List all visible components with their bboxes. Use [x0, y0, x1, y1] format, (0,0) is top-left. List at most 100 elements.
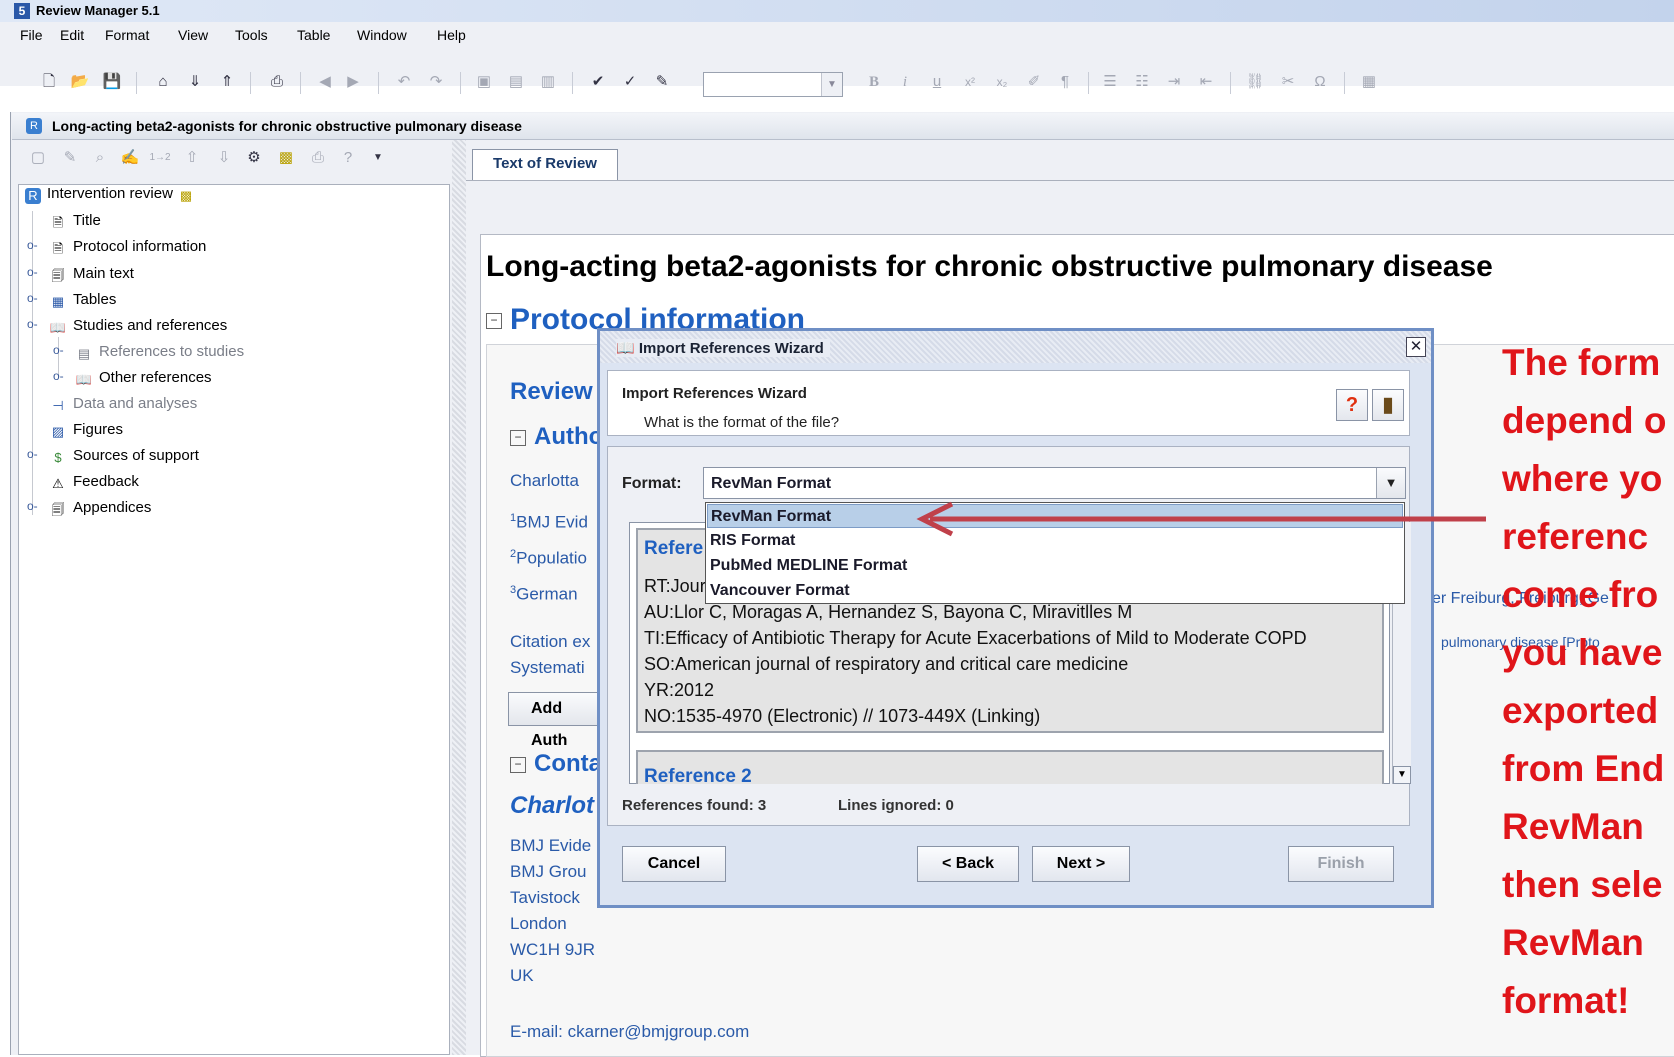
tree-item-main-text[interactable]: 🗐 Main text — [49, 265, 134, 284]
format-option-vancouver[interactable]: Vancouver Format — [707, 579, 1403, 603]
collapse-icon[interactable]: − — [510, 756, 526, 773]
format-select[interactable]: RevMan Format ▼ — [703, 467, 1406, 499]
indent-icon[interactable]: ⇥ — [1162, 70, 1186, 94]
unlink-icon[interactable]: ✂ — [1276, 70, 1300, 94]
tree-item-appendices[interactable]: 🗐 Appendices — [49, 499, 152, 518]
menu-tools[interactable]: Tools — [235, 27, 268, 43]
menu-format[interactable]: Format — [105, 27, 149, 43]
tab-text-of-review[interactable]: Text of Review — [472, 149, 618, 180]
tree-item-title[interactable]: 🗎 Title — [49, 212, 101, 231]
underline-icon[interactable]: u — [925, 70, 949, 94]
tree-item-tables[interactable]: ▦ Tables — [49, 291, 117, 310]
import-icon[interactable]: ⇓ — [183, 70, 207, 94]
address-line: WC1H 9JR — [510, 940, 596, 959]
contact-heading[interactable]: − Conta — [510, 750, 602, 778]
close-icon[interactable]: ✕ — [1406, 337, 1426, 357]
authors-heading[interactable]: − Autho — [510, 423, 603, 451]
help-icon[interactable]: ? — [1336, 389, 1368, 421]
menu-file[interactable]: File — [20, 27, 43, 43]
collapse-icon[interactable]: − — [510, 429, 526, 446]
tree-item-data-and-analyses[interactable]: ⊣ Data and analyses — [49, 395, 197, 414]
pane-splitter[interactable] — [452, 140, 466, 1055]
bullet-list-icon[interactable]: ☰ — [1098, 70, 1122, 94]
tree-item-feedback[interactable]: ⚠ Feedback — [49, 473, 139, 492]
superscript-icon[interactable]: x² — [958, 70, 982, 94]
tree-item-sources-of-support[interactable]: $ Sources of support — [49, 447, 199, 466]
menu-table[interactable]: Table — [297, 27, 330, 43]
outdent-icon[interactable]: ⇤ — [1194, 70, 1218, 94]
tree-item-figures[interactable]: ▨ Figures — [49, 421, 123, 440]
paste-icon[interactable]: ▥ — [536, 70, 560, 94]
menu-help[interactable]: Help — [437, 27, 466, 43]
forward-arrow-icon[interactable]: ▶ — [341, 70, 365, 94]
new-icon[interactable]: 🗋 — [37, 70, 61, 94]
undo-icon[interactable]: ↶ — [392, 70, 416, 94]
renumber-icon[interactable]: 1→2 — [148, 146, 172, 170]
tree-item-protocol-information[interactable]: 🗎 Protocol information — [49, 238, 207, 257]
edit-item-icon[interactable]: ✎ — [58, 146, 82, 170]
back-arrow-icon[interactable]: ◀ — [313, 70, 337, 94]
spellcheck-abc-icon[interactable]: ✓ — [618, 70, 642, 94]
bold-icon[interactable]: B — [862, 70, 886, 94]
cancel-button[interactable]: Cancel — [622, 846, 726, 882]
annotation-line: where yo — [1502, 458, 1663, 499]
highlight-icon[interactable]: ✐ — [1022, 70, 1046, 94]
annotation-line: exported — [1502, 690, 1659, 731]
italic-icon[interactable]: i — [893, 70, 917, 94]
format-label: Format: — [622, 475, 682, 492]
table-insert-icon[interactable]: ▦ — [1357, 70, 1381, 94]
format-option-pubmed-medline[interactable]: PubMed MEDLINE Format — [707, 554, 1403, 578]
book-icon: 📖 — [49, 320, 67, 335]
note-icon[interactable]: ▩ — [274, 146, 298, 170]
back-button[interactable]: < Back — [917, 846, 1019, 882]
spellcheck-icon[interactable]: ✔ — [586, 70, 610, 94]
validate-icon[interactable]: ✎ — [650, 70, 674, 94]
rename-icon[interactable]: ✍ — [118, 146, 142, 170]
collapse-icon[interactable]: − — [486, 313, 502, 330]
tree-root[interactable]: R Intervention review ▩ — [25, 185, 201, 204]
tree-item-other-references[interactable]: 📖 Other references — [75, 369, 212, 388]
more-dropdown-icon[interactable]: ▼ — [366, 146, 390, 170]
scroll-down-icon[interactable]: ▼ — [1393, 766, 1411, 784]
contact-name[interactable]: Charlot — [510, 792, 594, 820]
link-icon[interactable]: ⛓ — [1243, 70, 1267, 94]
settings-icon[interactable]: ⚙ — [242, 146, 266, 170]
export-icon[interactable]: ⇑ — [215, 70, 239, 94]
symbol-cursor-icon[interactable]: ¶ — [1053, 70, 1077, 94]
save-icon[interactable]: 💾 — [100, 70, 124, 94]
reference-line: RT:Jour — [644, 576, 706, 596]
chevron-down-icon[interactable]: ▼ — [821, 73, 842, 96]
menu-view[interactable]: View — [178, 27, 208, 43]
format-option-ris[interactable]: RIS Format — [707, 529, 1403, 553]
add-item-icon[interactable]: ▢ — [26, 146, 50, 170]
cut-icon[interactable]: ▣ — [472, 70, 496, 94]
tree-item-references-to-studies[interactable]: ▤ References to studies — [75, 343, 244, 362]
tree-item-studies-and-references[interactable]: 📖 Studies and references — [49, 317, 227, 336]
format-option-revman[interactable]: RevMan Format — [707, 504, 1403, 528]
next-button[interactable]: Next > — [1032, 846, 1130, 882]
reference-1-title: Refere — [644, 538, 704, 559]
move-up-icon[interactable]: ⇧ — [180, 146, 204, 170]
add-author-button[interactable]: Add Auth — [508, 692, 600, 749]
help-icon[interactable]: ? — [336, 146, 360, 170]
chevron-down-icon[interactable]: ▼ — [1376, 468, 1405, 498]
note-icon: ▩ — [179, 188, 193, 203]
subscript-icon[interactable]: x₂ — [990, 70, 1014, 94]
print-icon[interactable]: ⎙ — [265, 70, 289, 94]
home-icon[interactable]: ⌂ — [151, 70, 175, 94]
copy-icon[interactable]: ▤ — [504, 70, 528, 94]
author-name-link[interactable]: Charlotta — [510, 471, 579, 491]
contact-email[interactable]: E-mail: ckarner@bmjgroup.com — [510, 1022, 749, 1042]
numbered-list-icon[interactable]: ☷ — [1130, 70, 1154, 94]
omega-symbol-icon[interactable]: Ω — [1308, 70, 1332, 94]
redo-icon[interactable]: ↷ — [424, 70, 448, 94]
manual-book-icon[interactable]: ▮ — [1372, 389, 1404, 421]
print-section-icon[interactable]: ⎙ — [306, 146, 330, 170]
style-combo[interactable]: ▼ — [703, 72, 843, 97]
open-icon[interactable]: 📂 — [68, 70, 92, 94]
finish-button[interactable]: Finish — [1288, 846, 1394, 882]
menu-window[interactable]: Window — [357, 27, 407, 43]
properties-icon[interactable]: ⌕ — [88, 146, 112, 170]
move-down-icon[interactable]: ⇩ — [212, 146, 236, 170]
menu-edit[interactable]: Edit — [60, 27, 84, 43]
